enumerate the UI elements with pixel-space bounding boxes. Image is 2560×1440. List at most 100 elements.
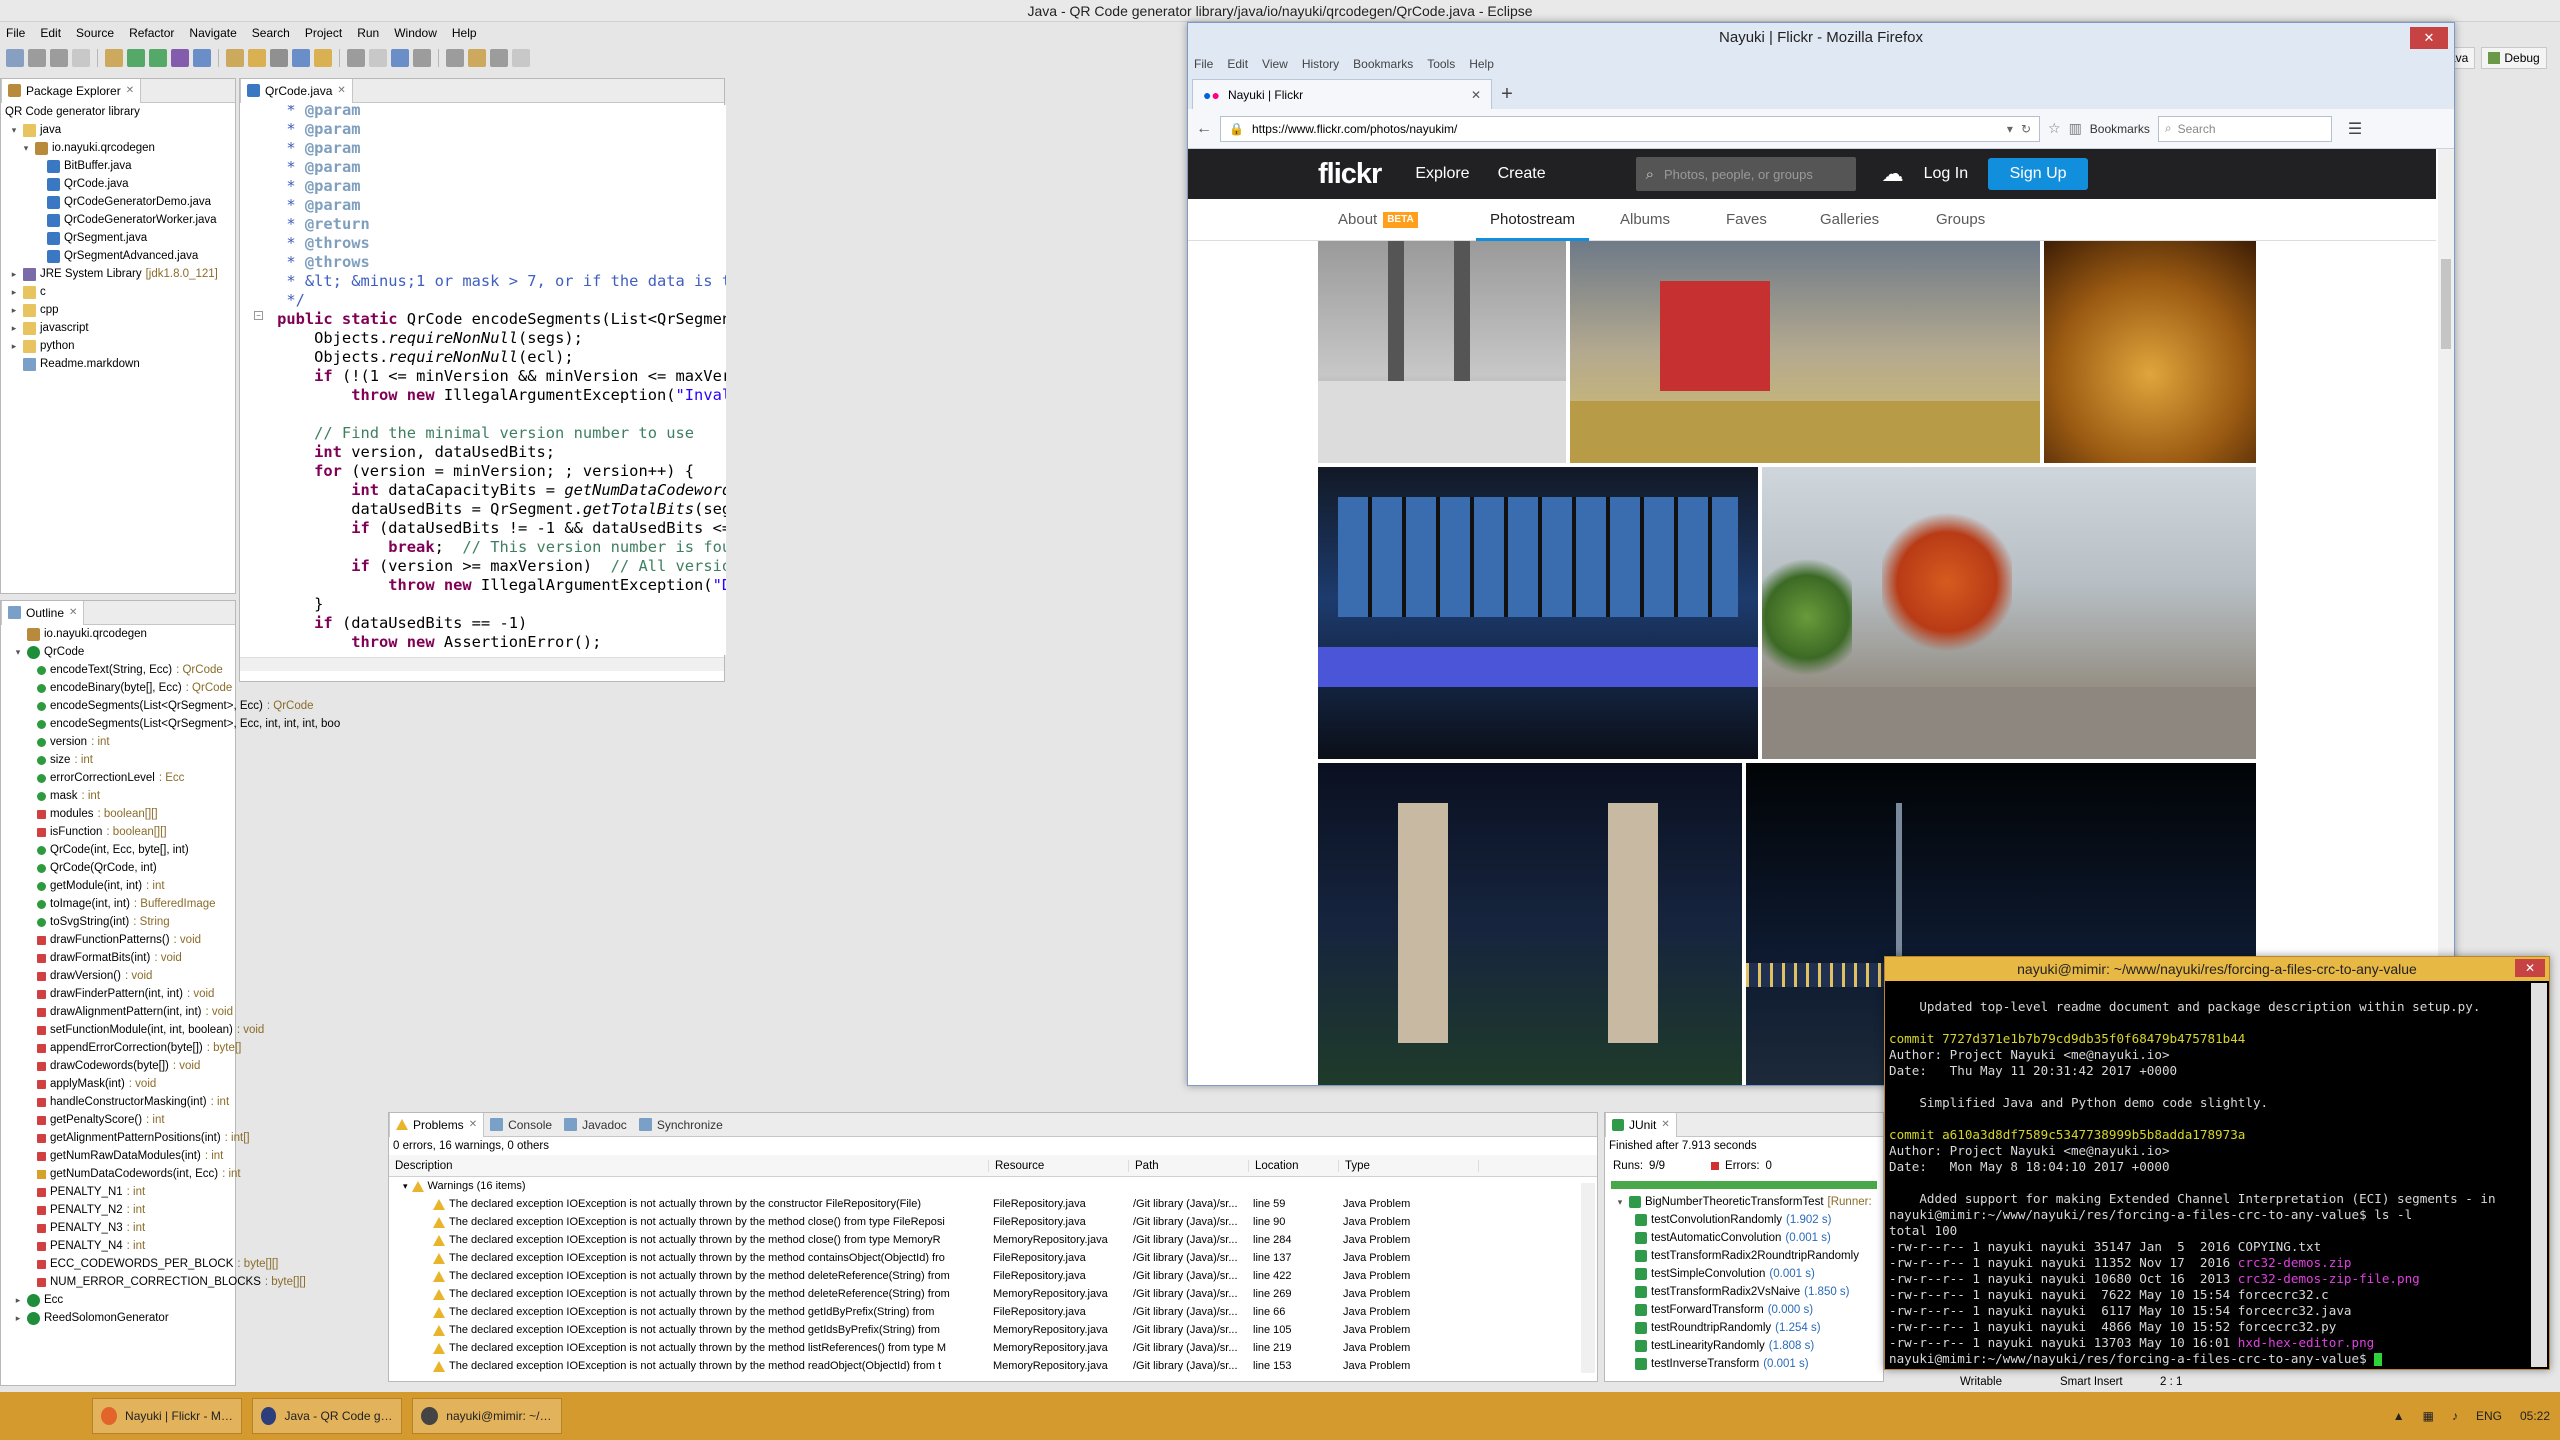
toolbar-button-icon[interactable] [369,49,387,67]
tab-qrcode-java[interactable]: QrCode.java ✕ [240,78,353,103]
login-link[interactable]: Log In [1924,165,1968,183]
toolbar-button-icon[interactable] [468,49,486,67]
table-row[interactable]: The declared exception IOException is no… [389,1339,1597,1357]
junit-test[interactable]: testConvolutionRandomly (1.902 s) [1605,1211,1883,1229]
bookmarks-button[interactable]: Bookmarks [2090,122,2150,136]
new-tab-icon[interactable]: + [1492,79,1522,109]
outline-item[interactable]: PENALTY_N2 : int [1,1201,235,1219]
tree-item[interactable]: BitBuffer.java [1,157,235,175]
menu-search[interactable]: Search [252,26,290,40]
outline-item[interactable]: getModule(int, int) : int [1,877,235,895]
outline-item[interactable]: NUM_ERROR_CORRECTION_BLOCKS : byte[][] [1,1273,306,1291]
outline-item[interactable]: encodeText(String, Ecc) : QrCode [1,661,235,679]
outline-item[interactable]: encodeBinary(byte[], Ecc) : QrCode [1,679,235,697]
outline-item[interactable]: PENALTY_N1 : int [1,1183,235,1201]
photo-campus-autumn[interactable] [1762,467,2256,759]
tree-item[interactable]: ▸ javascript [1,319,235,337]
chevron-icon[interactable]: ▸ [9,337,19,355]
toolbar-button-icon[interactable] [171,49,189,67]
toolbar-button-icon[interactable] [391,49,409,67]
table-row[interactable]: The declared exception IOException is no… [389,1285,1597,1303]
toolbar-button-icon[interactable] [270,49,288,67]
network-icon[interactable]: ▦ [2423,1409,2434,1423]
outline-item[interactable]: mask : int [1,787,235,805]
volume-icon[interactable]: ♪ [2452,1409,2458,1423]
chevron-icon[interactable]: ▸ [9,283,19,301]
outline-item[interactable]: io.nayuki.qrcodegen [1,625,235,643]
outline-item[interactable]: getPenaltyScore() : int [1,1111,235,1129]
outline-item[interactable]: QrCode(QrCode, int) [1,859,235,877]
table-row[interactable]: The declared exception IOException is no… [389,1303,1597,1321]
language-indicator[interactable]: ENG [2476,1409,2502,1423]
menu-project[interactable]: Project [305,26,342,40]
close-icon[interactable]: ✕ [1661,1113,1669,1137]
dropdown-icon[interactable]: ▾ [2007,122,2013,136]
url-bar[interactable]: 🔒 https://www.flickr.com/photos/nayukim/… [1220,115,2040,142]
toolbar-button-icon[interactable] [413,49,431,67]
tab-problems[interactable]: Problems ✕ [389,1112,485,1137]
menu-navigate[interactable]: Navigate [189,26,236,40]
outline-item[interactable]: PENALTY_N3 : int [1,1219,235,1237]
problems-scrollbar[interactable] [1581,1183,1595,1373]
outline-item[interactable]: drawAlignmentPattern(int, int) : void [1,1003,235,1021]
toolbar-button-icon[interactable] [292,49,310,67]
tab-console[interactable]: Console [484,1113,558,1137]
tree-item[interactable]: ▸ c [1,283,235,301]
chevron-icon[interactable]: ▾ [13,643,23,661]
outline-item[interactable]: handleConstructorMasking(int) : int [1,1093,235,1111]
ff-menu-history[interactable]: History [1302,57,1339,71]
table-row[interactable]: The declared exception IOException is no… [389,1231,1597,1249]
photo-night-gate[interactable] [1318,763,1742,1085]
outline-item[interactable]: drawCodewords(byte[]) : void [1,1057,235,1075]
photo-streetcar-depot[interactable] [1570,241,2040,463]
outline-item[interactable]: modules : boolean[][] [1,805,235,823]
close-icon[interactable]: ✕ [69,601,77,625]
outline-item[interactable]: toSvgString(int) : String [1,913,235,931]
outline-item[interactable]: drawFormatBits(int) : void [1,949,235,967]
subnav-groups[interactable]: Groups [1936,199,1985,241]
toolbar-button-icon[interactable] [248,49,266,67]
outline-item[interactable]: drawFinderPattern(int, int) : void [1,985,235,1003]
table-row[interactable]: The declared exception IOException is no… [389,1321,1597,1339]
toolbar-button-icon[interactable] [127,49,145,67]
project-root[interactable]: QR Code generator library [1,103,235,121]
outline-item[interactable]: ▸ ReedSolomonGenerator [1,1309,235,1327]
toolbar-button-icon[interactable] [105,49,123,67]
ff-menu-edit[interactable]: Edit [1227,57,1248,71]
junit-test[interactable]: testAutomaticConvolution (0.001 s) [1605,1229,1883,1247]
tree-item[interactable]: ▸ cpp [1,301,235,319]
ff-menu-help[interactable]: Help [1469,57,1494,71]
outline-item[interactable]: toImage(int, int) : BufferedImage [1,895,235,913]
outline-item[interactable]: errorCorrectionLevel : Ecc [1,769,235,787]
junit-test[interactable]: testLinearityRandomly (1.808 s) [1605,1337,1883,1355]
taskbar-item[interactable]: nayuki@mimir: ~/w... [412,1398,562,1434]
menu-run[interactable]: Run [357,26,379,40]
tree-item[interactable]: ▸ python [1,337,235,355]
taskbar-item[interactable]: Java - QR Code gene... [252,1398,402,1434]
toolbar-button-icon[interactable] [347,49,365,67]
subnav-faves[interactable]: Faves [1726,199,1767,241]
subnav-albums[interactable]: Albums [1620,199,1670,241]
subnav-about[interactable]: About BETA [1338,199,1418,241]
outline-item[interactable]: ▸ Ecc [1,1291,235,1309]
flickr-search-input[interactable]: ⌕ Photos, people, or groups [1635,157,1856,191]
close-icon[interactable]: ✕ [2410,27,2448,49]
toolbar-button-icon[interactable] [149,49,167,67]
firefox-tab-flickr[interactable]: ● ● Nayuki | Flickr ✕ [1192,79,1492,109]
tray-up-icon[interactable]: ▲ [2393,1409,2405,1423]
column-type[interactable]: Type [1339,1159,1479,1172]
outline-item[interactable]: drawFunctionPatterns() : void [1,931,235,949]
table-row[interactable]: The declared exception IOException is no… [389,1213,1597,1231]
close-icon[interactable]: ✕ [469,1113,477,1137]
outline-item[interactable]: encodeSegments(List<QrSegment>, Ecc) : Q… [1,697,314,715]
code-area[interactable]: * @param * @param * @param * @param * @p… [240,105,726,655]
menu-file[interactable]: File [6,26,25,40]
firefox-scrollbar[interactable] [2438,149,2454,1085]
junit-test[interactable]: testTransformRadix2VsNaive (1.850 s) [1605,1283,1883,1301]
photo-power-plant[interactable] [1318,241,1566,463]
outline-item[interactable]: ▾ QrCode [1,643,235,661]
close-icon[interactable]: ✕ [2515,959,2545,977]
chevron-icon[interactable]: ▸ [9,301,19,319]
chevron-icon[interactable]: ▾ [21,139,31,157]
column-location[interactable]: Location [1249,1159,1339,1172]
